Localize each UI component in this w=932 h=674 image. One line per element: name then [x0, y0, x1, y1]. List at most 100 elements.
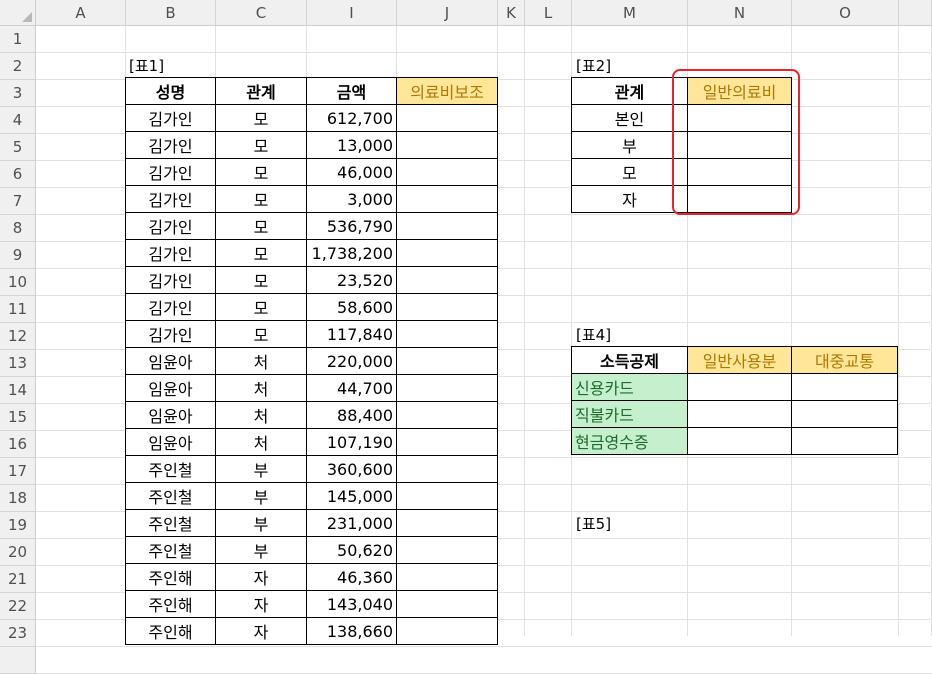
column-header[interactable]: I	[307, 0, 397, 26]
row-header[interactable]: 23	[0, 620, 36, 647]
table2-header-relation[interactable]: 관계	[571, 77, 688, 105]
table1-relation-cell[interactable]: 모	[215, 104, 307, 132]
table1-amount-cell[interactable]: 138,660	[306, 617, 397, 645]
table1-caption[interactable]: [표1]	[126, 52, 216, 78]
table4-caption[interactable]: [표4]	[573, 321, 663, 347]
table2-caption[interactable]: [표2]	[573, 52, 663, 78]
table1-name-cell[interactable]: 주인철	[125, 482, 216, 510]
table1-relation-cell[interactable]: 모	[215, 266, 307, 294]
table2-header-general-medical[interactable]: 일반의료비	[687, 77, 792, 105]
row-header[interactable]: 11	[0, 296, 36, 323]
table1-relation-cell[interactable]: 처	[215, 401, 307, 429]
table2-relation-cell[interactable]: 부	[571, 131, 688, 159]
table1-name-cell[interactable]: 주인철	[125, 536, 216, 564]
row-header[interactable]: 15	[0, 404, 36, 431]
table1-relation-cell[interactable]: 모	[215, 158, 307, 186]
table1-name-cell[interactable]: 주인철	[125, 509, 216, 537]
table1-medical-support-cell[interactable]	[396, 509, 498, 537]
table1-amount-cell[interactable]: 3,000	[306, 185, 397, 213]
table1-name-cell[interactable]: 김가인	[125, 320, 216, 348]
table1-medical-support-cell[interactable]	[396, 266, 498, 294]
table1-relation-cell[interactable]: 자	[215, 617, 307, 645]
row-header[interactable]: 6	[0, 161, 36, 188]
table1-name-cell[interactable]: 김가인	[125, 158, 216, 186]
table1-name-cell[interactable]: 주인해	[125, 563, 216, 591]
table2-general-medical-cell[interactable]	[687, 131, 792, 159]
table1-name-cell[interactable]: 임윤아	[125, 428, 216, 456]
row-header[interactable]: 2	[0, 53, 36, 80]
table1-amount-cell[interactable]: 145,000	[306, 482, 397, 510]
row-header[interactable]: 20	[0, 539, 36, 566]
column-header[interactable]: J	[397, 0, 498, 26]
table1-medical-support-cell[interactable]	[396, 293, 498, 321]
table1-amount-cell[interactable]: 50,620	[306, 536, 397, 564]
row-header[interactable]: 3	[0, 80, 36, 107]
table4-general-use-cell[interactable]	[687, 400, 792, 428]
row-header[interactable]: 21	[0, 566, 36, 593]
table4-deduction-type-cell[interactable]: 신용카드	[571, 373, 688, 401]
row-header[interactable]: 17	[0, 458, 36, 485]
table4-public-transport-cell[interactable]	[791, 427, 898, 455]
row-header[interactable]: 4	[0, 107, 36, 134]
table1-name-cell[interactable]: 김가인	[125, 104, 216, 132]
table1-relation-cell[interactable]: 처	[215, 347, 307, 375]
table1-medical-support-cell[interactable]	[396, 158, 498, 186]
column-header[interactable]: M	[572, 0, 688, 26]
table4-header-income-deduction[interactable]: 소득공제	[571, 346, 688, 374]
table1-amount-cell[interactable]: 58,600	[306, 293, 397, 321]
row-header[interactable]	[0, 647, 36, 674]
table4-deduction-type-cell[interactable]: 현금영수증	[571, 427, 688, 455]
table1-amount-cell[interactable]: 88,400	[306, 401, 397, 429]
table1-relation-cell[interactable]: 모	[215, 131, 307, 159]
table1-relation-cell[interactable]: 자	[215, 590, 307, 618]
table5-caption[interactable]: [표5]	[573, 510, 663, 536]
table4-general-use-cell[interactable]	[687, 373, 792, 401]
column-header[interactable]	[899, 0, 932, 26]
table1-amount-cell[interactable]: 117,840	[306, 320, 397, 348]
table1-name-cell[interactable]: 주인철	[125, 455, 216, 483]
table2-general-medical-cell[interactable]	[687, 158, 792, 186]
table1-name-cell[interactable]: 김가인	[125, 185, 216, 213]
table1-name-cell[interactable]: 임윤아	[125, 401, 216, 429]
table1-relation-cell[interactable]: 부	[215, 455, 307, 483]
table2-relation-cell[interactable]: 본인	[571, 104, 688, 132]
table1-medical-support-cell[interactable]	[396, 131, 498, 159]
row-header[interactable]: 19	[0, 512, 36, 539]
table1-header-medical-support[interactable]: 의료비보조	[396, 77, 498, 105]
table1-relation-cell[interactable]: 모	[215, 212, 307, 240]
table1-amount-cell[interactable]: 360,600	[306, 455, 397, 483]
row-header[interactable]: 9	[0, 242, 36, 269]
table1-amount-cell[interactable]: 107,190	[306, 428, 397, 456]
table1-amount-cell[interactable]: 536,790	[306, 212, 397, 240]
row-header[interactable]: 10	[0, 269, 36, 296]
table1-medical-support-cell[interactable]	[396, 428, 498, 456]
table1-relation-cell[interactable]: 부	[215, 509, 307, 537]
table4-header-general-use[interactable]: 일반사용분	[687, 346, 792, 374]
column-header[interactable]: B	[126, 0, 216, 26]
table1-amount-cell[interactable]: 231,000	[306, 509, 397, 537]
table1-amount-cell[interactable]: 46,000	[306, 158, 397, 186]
column-header[interactable]: N	[688, 0, 792, 26]
table2-relation-cell[interactable]: 자	[571, 185, 688, 213]
column-header[interactable]: L	[525, 0, 572, 26]
table1-medical-support-cell[interactable]	[396, 185, 498, 213]
table1-name-cell[interactable]: 주인해	[125, 590, 216, 618]
table1-name-cell[interactable]: 김가인	[125, 131, 216, 159]
column-header[interactable]: C	[216, 0, 307, 26]
table4-public-transport-cell[interactable]	[791, 373, 898, 401]
table1-amount-cell[interactable]: 612,700	[306, 104, 397, 132]
table1-header-relation[interactable]: 관계	[215, 77, 307, 105]
table1-name-cell[interactable]: 김가인	[125, 212, 216, 240]
table1-relation-cell[interactable]: 부	[215, 536, 307, 564]
select-all-corner[interactable]	[0, 0, 36, 26]
row-header[interactable]: 13	[0, 350, 36, 377]
row-header[interactable]: 16	[0, 431, 36, 458]
table1-medical-support-cell[interactable]	[396, 212, 498, 240]
row-header[interactable]: 5	[0, 134, 36, 161]
column-header[interactable]: A	[36, 0, 126, 26]
row-header[interactable]: 14	[0, 377, 36, 404]
table1-relation-cell[interactable]: 모	[215, 320, 307, 348]
table1-medical-support-cell[interactable]	[396, 347, 498, 375]
table1-name-cell[interactable]: 임윤아	[125, 347, 216, 375]
table1-amount-cell[interactable]: 1,738,200	[306, 239, 397, 267]
